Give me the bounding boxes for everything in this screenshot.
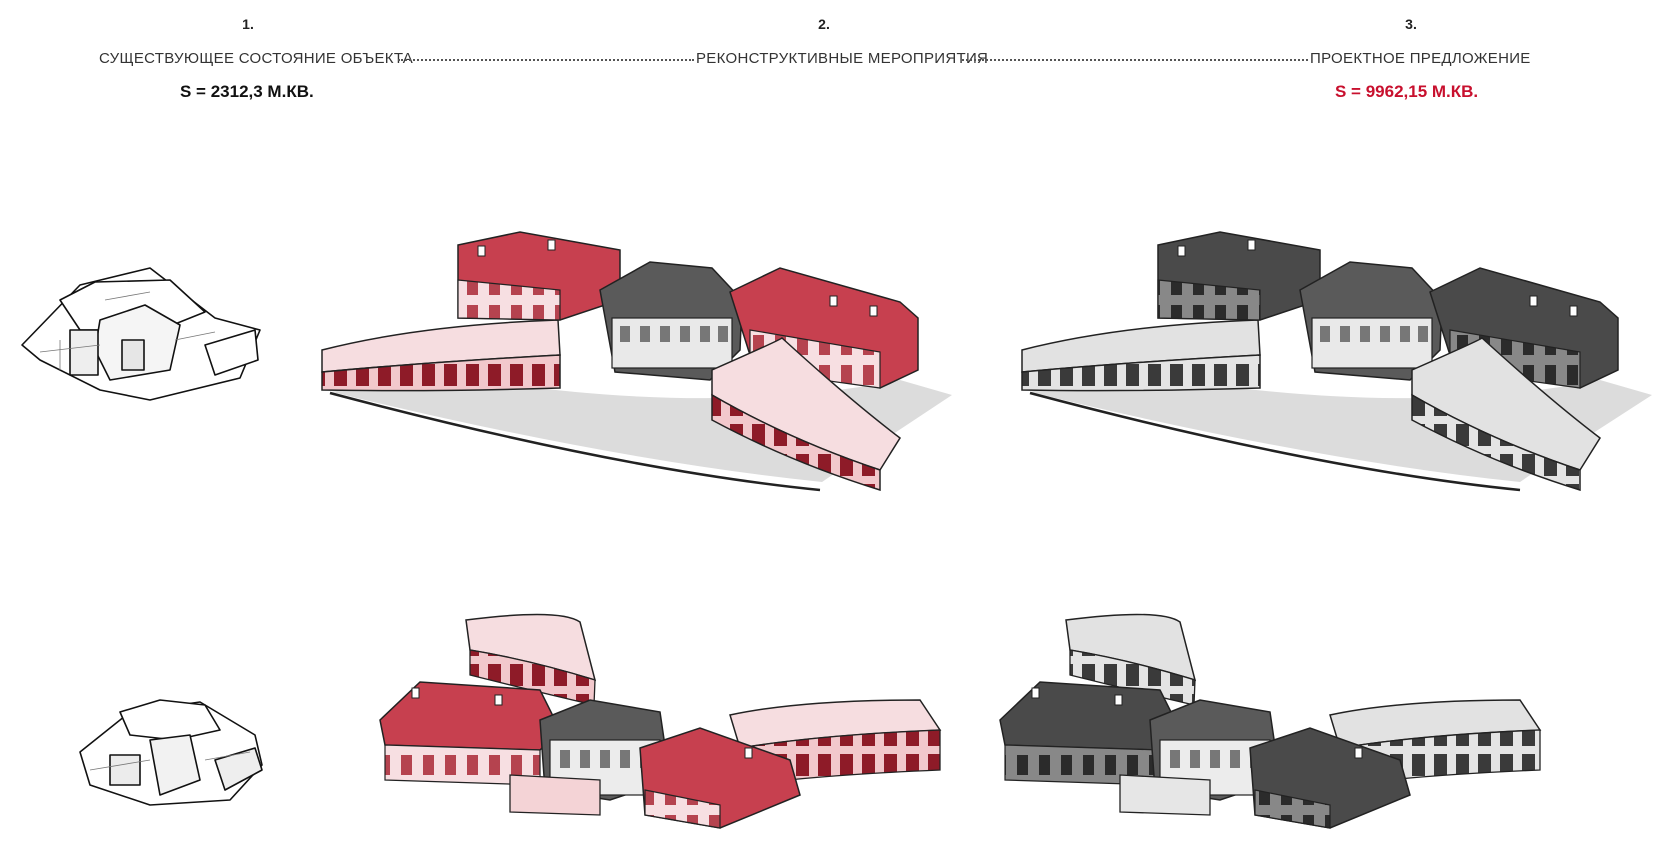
proposal-axonometry-view-2 [999, 613, 1542, 829]
